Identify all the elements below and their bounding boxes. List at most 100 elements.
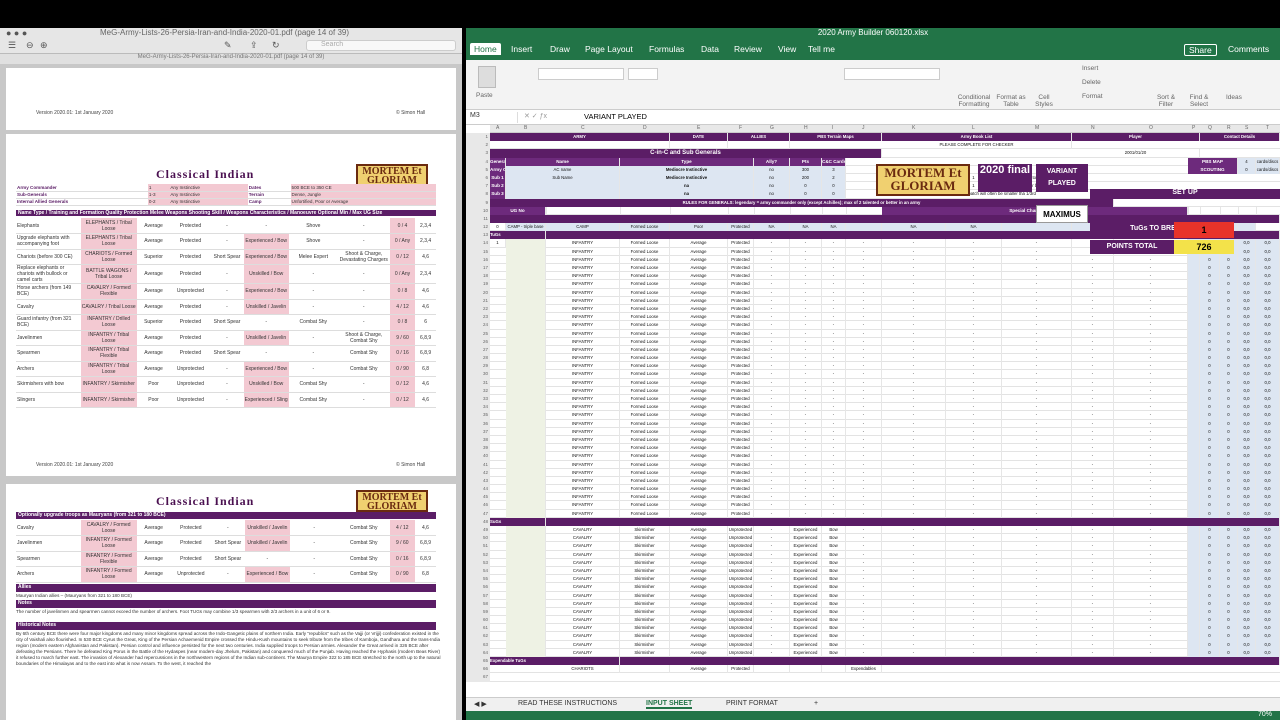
points-total[interactable]: 0 (1220, 583, 1238, 592)
break-on[interactable]: 0,0 (1238, 296, 1256, 305)
char-cell[interactable]: - (946, 362, 1002, 371)
clipboard-icon[interactable] (478, 66, 496, 88)
tug-cell[interactable]: INFANTRY (546, 501, 620, 510)
name-box[interactable]: M3 (470, 112, 518, 123)
char-cell[interactable]: - (1002, 632, 1072, 641)
char-cell[interactable]: - (1002, 239, 1072, 248)
tug-cell[interactable]: - (822, 272, 846, 281)
char-cell[interactable]: - (1002, 337, 1072, 346)
markup-pen-icon[interactable]: ✎ (224, 40, 232, 51)
points-per[interactable]: 0 (1200, 411, 1220, 420)
break-on[interactable]: 0,0 (1238, 648, 1256, 657)
column-header[interactable]: H (804, 125, 808, 131)
bases-cell[interactable] (1188, 362, 1200, 371)
char-cell[interactable]: - (1114, 493, 1188, 502)
exp-cell[interactable]: Expendables (846, 665, 882, 674)
tug-cell[interactable]: - (790, 239, 822, 248)
row-header[interactable]: 61 (466, 624, 490, 632)
char-cell[interactable]: - (882, 403, 946, 412)
name-cell[interactable] (506, 419, 546, 428)
tug-cell[interactable]: - (790, 476, 822, 486)
sug-cell[interactable]: CAVALRY (546, 640, 620, 649)
tug-cell[interactable]: - (754, 468, 790, 477)
char-cell[interactable]: - (1114, 607, 1188, 617)
expendable-section-label[interactable]: Expendable TuGs (490, 657, 620, 666)
scout-contrib[interactable]: 0,0 (1256, 362, 1280, 371)
char-cell[interactable]: - (1072, 411, 1114, 420)
sug-cell[interactable]: CAVALRY (546, 526, 620, 535)
sug-cell[interactable]: Bow (822, 591, 846, 600)
row-header[interactable]: 18 (466, 272, 490, 280)
camp-cell[interactable]: 0 (490, 223, 506, 232)
bases-cell[interactable] (1188, 296, 1200, 305)
points-per[interactable]: 0 (1200, 632, 1220, 641)
sheet-tab-input[interactable]: INPUT SHEET (646, 700, 693, 709)
tug-cell[interactable]: - (790, 321, 822, 330)
points-per[interactable]: 0 (1200, 452, 1220, 461)
char-cell[interactable]: - (1002, 411, 1072, 420)
row-header[interactable]: 38 (466, 436, 490, 444)
tug-cell[interactable]: Average (670, 485, 728, 494)
sug-cell[interactable]: Skirmisher (620, 526, 670, 535)
char-cell[interactable]: - (946, 329, 1002, 338)
tug-cell[interactable]: Formed Loose (620, 296, 670, 305)
char-cell[interactable]: - (846, 321, 882, 330)
general-col-header[interactable]: Ally? (754, 157, 790, 166)
break-on[interactable]: 0,0 (1238, 583, 1256, 592)
tug-cell[interactable]: - (822, 435, 846, 445)
bases-cell[interactable] (1188, 476, 1200, 486)
tug-cell[interactable]: Protected (728, 272, 754, 281)
scout-contrib[interactable]: 0,0 (1256, 272, 1280, 281)
tug-cell[interactable]: - (790, 403, 822, 412)
char-cell[interactable]: - (846, 485, 882, 494)
char-cell[interactable]: - (882, 452, 946, 461)
break-on[interactable]: 0,0 (1238, 444, 1256, 453)
char-cell[interactable]: - (1002, 452, 1072, 461)
char-cell[interactable]: - (882, 239, 946, 248)
tug-cell[interactable]: - (822, 411, 846, 420)
sug-cell[interactable]: Unprotected (728, 648, 754, 657)
scout-contrib[interactable]: 0,0 (1256, 599, 1280, 608)
tug-cell[interactable]: - (822, 509, 846, 518)
row-header[interactable]: 64 (466, 649, 490, 657)
tug-cell[interactable]: - (822, 378, 846, 387)
scout-contrib[interactable]: 0,0 (1256, 476, 1280, 486)
char-cell[interactable]: - (1072, 255, 1114, 264)
char-cell[interactable]: - (846, 345, 882, 355)
tug-cell[interactable]: - (754, 288, 790, 297)
char-cell[interactable]: - (1002, 509, 1072, 518)
tug-cell[interactable]: - (822, 345, 846, 355)
char-cell[interactable]: - (882, 411, 946, 420)
points-per[interactable]: 0 (1200, 280, 1220, 289)
tug-cell[interactable]: - (822, 313, 846, 322)
camp-cell[interactable]: NA (822, 223, 846, 232)
tug-cell[interactable]: Protected (728, 493, 754, 502)
sug-cell[interactable]: Bow (822, 607, 846, 617)
points-total[interactable]: 0 (1220, 575, 1238, 584)
points-total[interactable]: 0 (1220, 419, 1238, 428)
sug-cell[interactable]: Unprotected (728, 599, 754, 608)
char-cell[interactable]: - (882, 616, 946, 625)
points-total[interactable]: 0 (1220, 272, 1238, 281)
sug-cell[interactable]: - (754, 616, 790, 625)
char-cell[interactable]: - (1114, 534, 1188, 543)
points-total[interactable]: 0 (1220, 624, 1238, 633)
char-cell[interactable]: - (846, 378, 882, 387)
tug-cell[interactable]: INFANTRY (546, 288, 620, 297)
char-cell[interactable]: - (946, 247, 1002, 256)
row-header[interactable]: 49 (466, 526, 490, 534)
points-total[interactable]: 0 (1220, 321, 1238, 330)
char-cell[interactable]: - (846, 411, 882, 420)
char-cell[interactable]: - (946, 354, 1002, 363)
name-cell[interactable] (506, 288, 546, 297)
general-type[interactable]: Mediocre Instinctive (620, 173, 754, 183)
char-cell[interactable]: - (846, 239, 882, 248)
break-on[interactable]: 0,0 (1238, 558, 1256, 567)
cards-label-2[interactable]: cards/discs (1256, 165, 1280, 174)
tug-cell[interactable]: Protected (728, 460, 754, 469)
name-cell[interactable] (506, 476, 546, 486)
char-cell[interactable]: - (946, 632, 1002, 641)
delete-cells-button[interactable]: Delete (1082, 79, 1101, 86)
char-cell[interactable]: - (1114, 264, 1188, 273)
exp-cell[interactable]: CHARIOTS (546, 665, 620, 674)
